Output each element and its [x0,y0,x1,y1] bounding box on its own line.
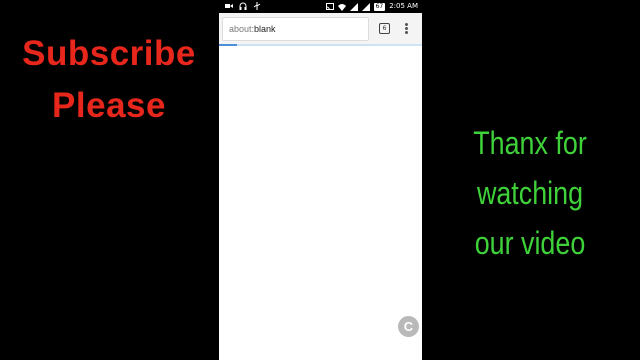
thanks-line-2: our video [474,225,586,261]
tab-switcher-button[interactable]: 6 [379,23,390,34]
browser-toolbar: about:blank 6 [219,13,422,45]
subscribe-overlay-text: Subscribe Please [0,28,218,132]
page-content[interactable] [219,46,422,360]
overflow-menu-icon[interactable] [405,23,409,35]
url-path: blank [254,24,276,34]
signal-icon [361,2,370,11]
thanks-overlay-text: Thanx for watching our video [438,118,623,268]
status-bar-left-icons [225,2,261,10]
status-time: 2:05 AM [389,2,418,10]
cast-icon [325,2,334,10]
phone-screen: 67 2:05 AM about:blank 6 C [219,0,422,360]
status-bar: 67 2:05 AM [219,0,422,13]
headphones-icon [239,2,247,10]
battery-icon: 67 [373,2,386,11]
url-scheme: about: [229,24,255,34]
floating-action-button[interactable]: C [398,316,419,337]
subscribe-line-2: Please [52,86,166,125]
wifi-icon [337,3,346,11]
url-bar[interactable]: about:blank [222,17,369,41]
status-bar-right-icons: 67 2:05 AM [325,2,418,11]
subscribe-line-1: Subscribe [22,34,196,73]
thanks-line-1: Thanx for watching [473,125,587,211]
video-icon [225,4,233,8]
signal-icon [349,2,358,11]
usb-icon [253,2,261,10]
